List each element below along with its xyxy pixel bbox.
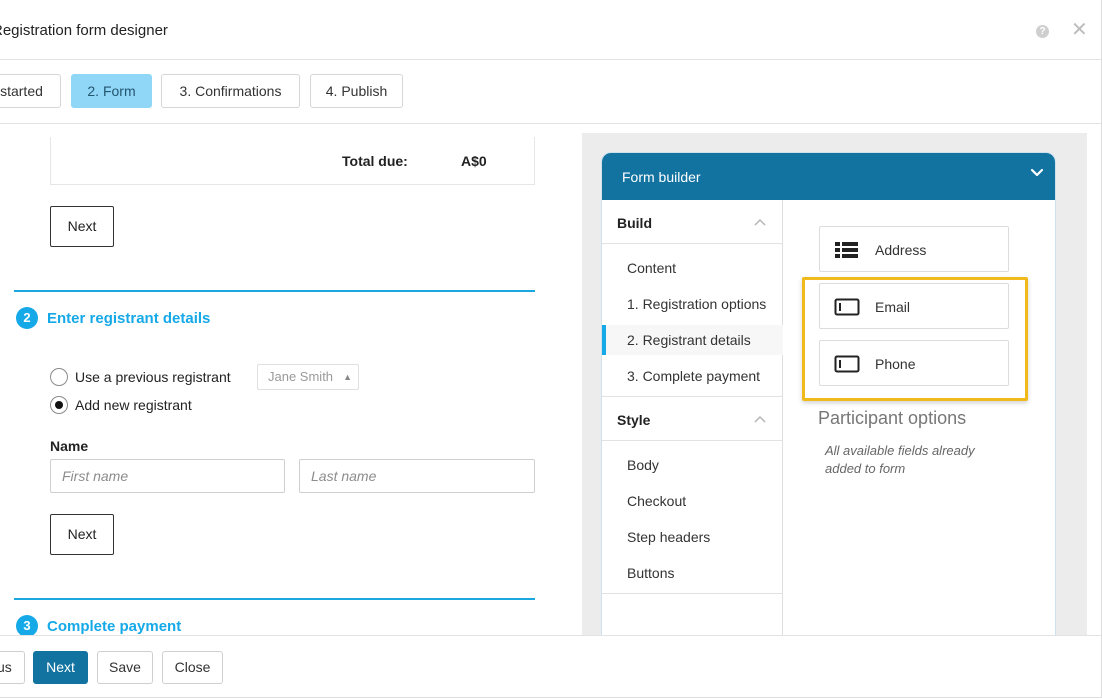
form-builder-header[interactable]: Form builder — [602, 153, 1055, 200]
form-builder-title: Form builder — [622, 169, 701, 185]
section-title-registrant: Enter registrant details — [47, 310, 211, 327]
section-divider — [14, 598, 535, 600]
nav-item-body[interactable]: Body — [602, 450, 783, 480]
tab-confirmations[interactable]: 3. Confirmations — [161, 74, 300, 108]
next-button-step2[interactable]: Next — [50, 514, 114, 555]
next-button-step1[interactable]: Next — [50, 206, 114, 247]
field-tile-label: Address — [875, 242, 927, 258]
nav-item-content[interactable]: Content — [602, 253, 783, 283]
nav-item-checkout[interactable]: Checkout — [602, 486, 783, 516]
select-arrows-icon: ▲ — [343, 372, 352, 382]
nav-item-buttons[interactable]: Buttons — [602, 558, 783, 588]
step-number-badge: 2 — [16, 307, 38, 329]
tab-publish[interactable]: 4. Publish — [310, 74, 403, 108]
style-label: Style — [617, 412, 651, 428]
total-due-label: Total due: — [342, 153, 408, 169]
build-label: Build — [617, 215, 652, 231]
step-number-badge: 3 — [16, 615, 38, 635]
build-section-header[interactable]: Build — [602, 200, 783, 244]
nav-item-complete-payment[interactable]: 3. Complete payment — [602, 361, 783, 391]
chevron-up-icon[interactable] — [754, 218, 766, 226]
section-title-payment: Complete payment — [47, 618, 182, 635]
style-section-header[interactable]: Style — [602, 397, 783, 441]
close-icon[interactable]: ✕ — [1071, 20, 1088, 40]
registrant-select-value: Jane Smith — [268, 369, 334, 384]
form-builder-panel: Form builder Build Content 1. Registrati… — [601, 152, 1056, 652]
previous-registrant-radio[interactable] — [50, 368, 68, 386]
field-tile-address[interactable]: Address — [819, 226, 1009, 272]
new-registrant-radio[interactable] — [50, 396, 68, 414]
tab-get-started[interactable]: 1. Get started — [0, 74, 61, 108]
name-field-label: Name — [50, 438, 89, 454]
chevron-up-icon[interactable] — [754, 415, 766, 423]
dialog-title: Registration form designer — [0, 22, 168, 39]
dialog-window: Registration form designer ? ✕ 1. Get st… — [0, 0, 1102, 698]
total-due-value: A$0 — [461, 153, 487, 169]
next-button[interactable]: Next — [33, 651, 88, 684]
order-summary: Total due: A$0 — [50, 137, 535, 185]
previous-button[interactable]: Previous — [0, 651, 25, 684]
highlight-callout — [802, 277, 1028, 401]
chevron-down-icon[interactable] — [1030, 166, 1044, 180]
participant-options-note: All available fields already added to fo… — [825, 443, 975, 476]
participant-options-title: Participant options — [818, 408, 967, 428]
section-divider — [14, 290, 535, 292]
nav-item-registrant-details[interactable]: 2. Registrant details — [602, 325, 783, 355]
nav-divider — [602, 593, 783, 594]
previous-registrant-label: Use a previous registrant — [75, 369, 231, 385]
list-icon — [835, 242, 858, 258]
tab-form[interactable]: 2. Form — [71, 74, 152, 108]
help-icon[interactable]: ? — [1036, 25, 1049, 38]
first-name-input[interactable]: First name — [50, 459, 285, 493]
nav-item-registration-options[interactable]: 1. Registration options — [602, 289, 783, 319]
registrant-select[interactable]: Jane Smith ▲ — [257, 364, 359, 390]
step-tabs: 1. Get started 2. Form 3. Confirmations … — [0, 60, 1101, 124]
save-button[interactable]: Save — [97, 651, 153, 684]
last-name-input[interactable]: Last name — [299, 459, 535, 493]
new-registrant-label: Add new registrant — [75, 397, 192, 413]
close-button[interactable]: Close — [162, 651, 223, 684]
form-preview: Total due: A$0 Next 2 Enter registrant d… — [0, 125, 560, 635]
nav-item-step-headers[interactable]: Step headers — [602, 522, 783, 552]
builder-nav: Build Content 1. Registration options 2.… — [602, 200, 783, 651]
dialog-footer: Previous Next Save Close — [0, 635, 1101, 697]
dialog-header: Registration form designer ? ✕ — [0, 0, 1101, 60]
